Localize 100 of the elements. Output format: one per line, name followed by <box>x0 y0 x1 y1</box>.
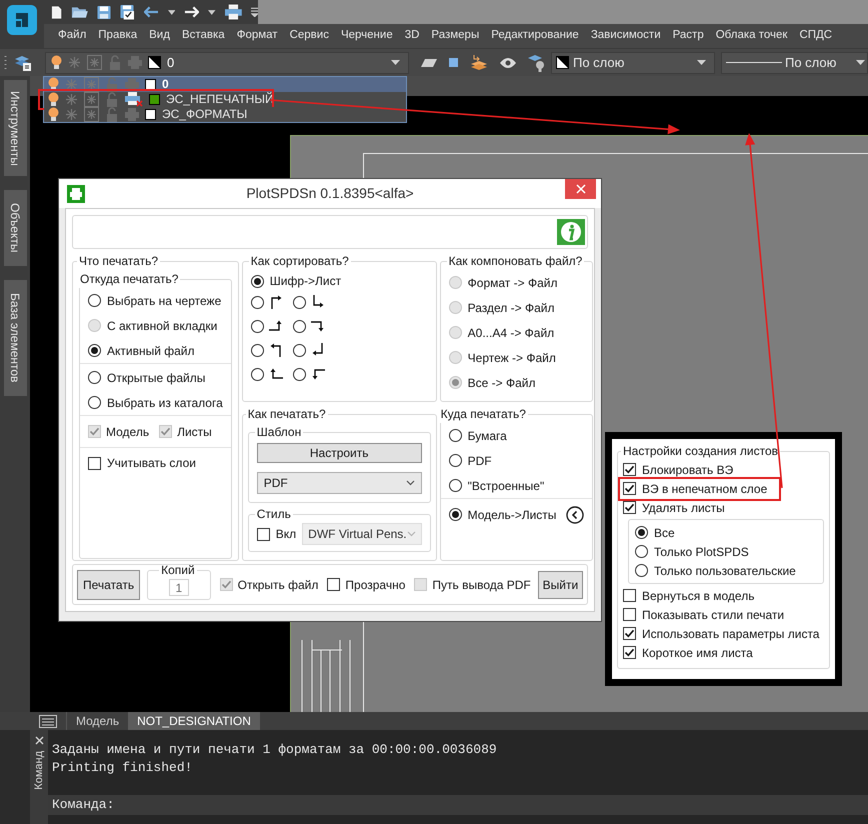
parallelogram-icon[interactable] <box>421 58 437 66</box>
radio-label: A0...A4 -> Файл <box>468 324 554 342</box>
folder-icon[interactable] <box>71 5 88 19</box>
print-button[interactable]: Печатать <box>77 570 140 600</box>
menu-item[interactable]: Облака точек <box>710 27 794 45</box>
checkbox-label: Показывать стили печати <box>642 606 784 624</box>
checkbox[interactable] <box>623 627 636 640</box>
layer-stack-icon[interactable] <box>470 54 488 72</box>
menu-item[interactable]: Размеры <box>425 27 486 45</box>
linetype-dropdown[interactable]: По слою <box>721 52 868 74</box>
menu-item[interactable]: Черчение <box>334 27 399 45</box>
menu-item[interactable]: Формат <box>230 27 284 45</box>
tabs-list-icon[interactable] <box>39 714 57 728</box>
exit-button[interactable]: Выйти <box>538 570 583 598</box>
radio-button[interactable] <box>292 296 306 308</box>
radio-button[interactable] <box>250 368 264 380</box>
new-file-icon[interactable] <box>51 4 62 20</box>
checkbox[interactable] <box>623 646 636 659</box>
group-title: Как сортировать? <box>250 253 350 270</box>
color-swatch-icon <box>556 56 569 69</box>
radio-button[interactable] <box>292 320 306 332</box>
template-select[interactable]: PDF <box>256 472 422 494</box>
radio-button[interactable] <box>88 294 101 307</box>
color-dropdown[interactable]: По слою <box>551 52 715 74</box>
floppy-check-icon[interactable] <box>120 4 135 20</box>
light-bulb-icon[interactable] <box>48 107 59 122</box>
menu-item[interactable]: Правка <box>92 27 144 45</box>
menu-item[interactable]: 3D <box>398 27 426 45</box>
radio-button[interactable] <box>448 429 462 442</box>
radio-button[interactable] <box>448 508 462 521</box>
close-button[interactable] <box>565 179 596 199</box>
close-icon[interactable] <box>34 736 44 745</box>
caret-icon[interactable] <box>168 10 176 14</box>
checkbox[interactable] <box>623 589 636 602</box>
menu-item[interactable]: Вставка <box>176 27 231 45</box>
radio-button[interactable] <box>88 371 101 384</box>
arrow-right-icon[interactable] <box>184 6 200 18</box>
side-tab[interactable]: Инструменты <box>4 80 26 176</box>
radio-button[interactable] <box>448 454 462 467</box>
radio-button[interactable] <box>635 526 648 539</box>
menu-item[interactable]: СПДС <box>793 27 838 45</box>
menu-item[interactable]: Сервис <box>284 27 335 45</box>
checkbox[interactable] <box>256 528 270 540</box>
menu-item[interactable]: Растр <box>666 27 710 45</box>
arrow-left-icon[interactable] <box>144 6 159 18</box>
radio-label: Открытые файлы <box>107 370 206 386</box>
dropdown-arrow-icon[interactable] <box>391 60 400 65</box>
radio-label: Бумага <box>468 428 507 444</box>
radio-label: Формат -> Файл <box>468 274 558 292</box>
radio-button[interactable] <box>635 564 648 577</box>
dropdown-arrow-icon[interactable] <box>856 60 865 65</box>
radio-button[interactable] <box>250 296 264 308</box>
group-title: Копий <box>160 562 196 579</box>
printer-crossed-icon[interactable] <box>125 92 143 107</box>
menu-icon[interactable] <box>250 7 258 17</box>
radio-label: Только PlotSPDS <box>654 544 749 560</box>
side-tab[interactable]: Объекты <box>4 190 26 266</box>
radio-label: Выбрать из каталога <box>107 394 223 412</box>
checkbox[interactable] <box>623 482 636 495</box>
layout-tab[interactable]: NOT_DESIGNATION <box>128 712 260 730</box>
chevron-down-icon <box>406 531 416 537</box>
side-tab[interactable]: База элементов <box>4 280 26 396</box>
radio-button[interactable] <box>292 368 306 380</box>
menu-item[interactable]: Файл <box>52 27 92 45</box>
configure-button[interactable]: Настроить <box>256 443 422 463</box>
command-input[interactable]: Команда: <box>48 795 868 815</box>
radio-button[interactable] <box>250 320 264 332</box>
light-bulb-icon[interactable] <box>48 92 59 107</box>
checkbox[interactable] <box>623 463 636 476</box>
radio-label: Все <box>654 524 675 542</box>
checkbox[interactable] <box>88 456 101 470</box>
radio-button[interactable] <box>88 344 101 357</box>
menu-item[interactable]: Редактирование <box>485 27 585 45</box>
checkbox[interactable] <box>623 608 636 621</box>
checkbox-label: Использовать параметры листа <box>642 626 820 642</box>
info-icon[interactable] <box>557 219 585 245</box>
radio-button[interactable] <box>88 396 101 409</box>
menu-item[interactable]: Вид <box>143 27 176 45</box>
app-logo-icon <box>6 4 38 36</box>
light-bulb-icon[interactable] <box>51 55 62 70</box>
menu-item[interactable]: Зависимости <box>584 27 667 45</box>
radio-button[interactable] <box>250 274 264 288</box>
drawing-lines <box>301 640 351 712</box>
radio-button[interactable] <box>250 344 264 356</box>
caret-icon[interactable] <box>208 10 216 14</box>
checkbox[interactable] <box>623 501 636 514</box>
radio-button[interactable] <box>448 479 462 492</box>
dropdown-arrow-icon[interactable] <box>697 60 706 65</box>
group-title: Шаблон <box>256 424 302 441</box>
radio-button[interactable] <box>635 545 648 558</box>
layer-row[interactable]: 0 <box>44 77 406 92</box>
layer-dropdown[interactable]: 0 <box>45 52 409 74</box>
printer-icon[interactable] <box>224 4 242 20</box>
light-bulb-icon[interactable] <box>48 77 59 92</box>
radio-button[interactable] <box>292 344 306 356</box>
layer-manager-icon[interactable] <box>14 54 32 70</box>
eye-icon[interactable] <box>500 58 516 68</box>
layer-bulb-icon[interactable] <box>528 54 545 72</box>
radio-label: С активной вкладки <box>107 318 218 334</box>
checkbox[interactable] <box>327 578 340 591</box>
